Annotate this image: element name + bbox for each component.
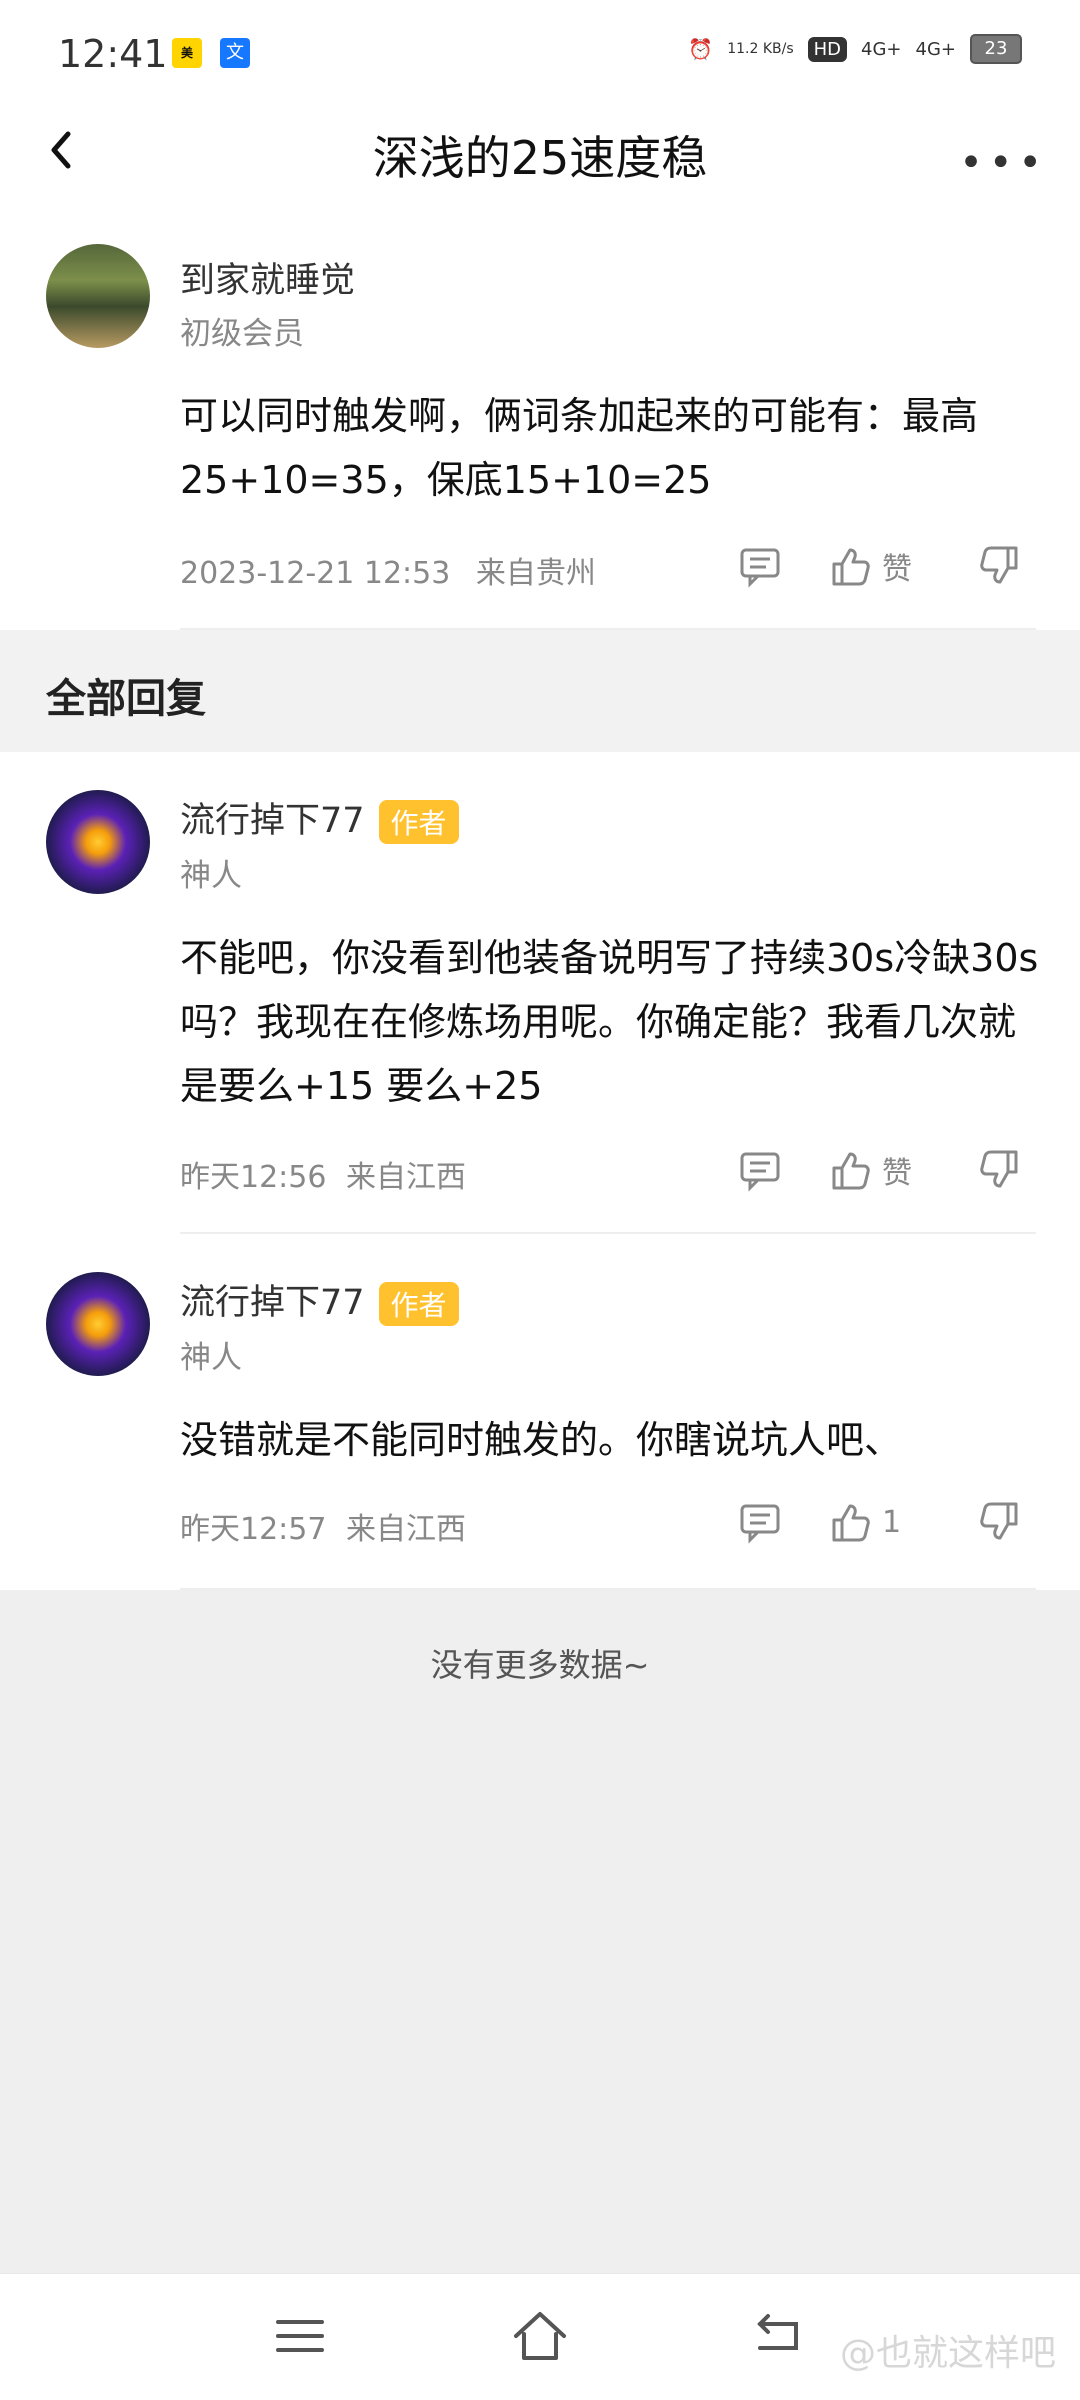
- post-content: 可以同时触发啊，俩词条加起来的可能有：最高25+10=35，保底15+10=25: [180, 394, 979, 502]
- comment-button[interactable]: [738, 544, 782, 588]
- avatar[interactable]: [46, 790, 150, 894]
- reply-location: 来自江西: [346, 1512, 467, 1547]
- reply-meta: 昨天12:57 来自江西: [180, 1504, 466, 1548]
- post-username[interactable]: 到家就睡觉: [180, 252, 355, 303]
- like-button[interactable]: 1: [828, 1500, 901, 1544]
- thumbs-up-icon: [832, 548, 870, 586]
- author-badge: 作者: [378, 800, 459, 844]
- watermark: @也就这样吧: [839, 2333, 1056, 2374]
- reply-username-row: 流行掉下77 作者: [180, 792, 459, 844]
- home-icon[interactable]: [508, 2304, 572, 2368]
- status-bar: 12:41 美 文 ⏰ 11.2 KB/s HD 4G+ 4G+ 23: [0, 0, 1080, 100]
- more-icon[interactable]: •••: [959, 140, 1048, 186]
- comment-icon: [740, 1152, 780, 1192]
- main-post: 到家就睡觉 初级会员 可以同时触发啊，俩词条加起来的可能有：最高25+10=35…: [0, 200, 1080, 630]
- author-badge: 作者: [378, 1282, 459, 1326]
- reply-user-level: 神人: [180, 858, 242, 894]
- menu-icon[interactable]: [268, 2304, 332, 2368]
- net-speed: 11.2 KB/s: [727, 41, 794, 57]
- translate-app-icon: 文: [220, 38, 250, 68]
- reply-username[interactable]: 流行掉下77: [180, 1283, 365, 1323]
- thumbs-down-icon: [980, 1150, 1018, 1188]
- status-time: 12:41: [58, 32, 168, 76]
- post-time: 2023-12-21 12:53: [180, 556, 451, 591]
- like-count: 1: [882, 1504, 902, 1540]
- all-replies-header: 全部回复: [0, 630, 1080, 752]
- page: 12:41 美 文 ⏰ 11.2 KB/s HD 4G+ 4G+ 23 深浅的2…: [0, 0, 1080, 2400]
- reply-item: 流行掉下77 作者 神人 没错就是不能同时触发的。你瞎说坑人吧、 昨天12:57 …: [0, 1234, 1080, 1590]
- reply-item: 流行掉下77 作者 神人 不能吧，你没看到他装备说明写了持续30s冷缺30s吗？我…: [0, 752, 1080, 1234]
- post-meta: 2023-12-21 12:53 来自贵州: [180, 548, 596, 592]
- thumbs-up-icon: [832, 1152, 870, 1190]
- reply-username[interactable]: 流行掉下77: [180, 801, 365, 841]
- reply-time: 昨天12:57: [180, 1512, 327, 1547]
- post-user-level: 初级会员: [180, 316, 304, 352]
- reply-username-row: 流行掉下77 作者: [180, 1274, 459, 1326]
- reply-content: 不能吧，你没看到他装备说明写了持续30s冷缺30s吗？我现在在修炼场用呢。你确定…: [180, 936, 1039, 1108]
- signal-icon-1: 4G+: [861, 38, 902, 60]
- reply-time: 昨天12:56: [180, 1160, 327, 1195]
- comment-button[interactable]: [738, 1148, 782, 1192]
- signal-icon-2: 4G+: [915, 38, 956, 60]
- thumbs-up-icon: [832, 1504, 870, 1542]
- avatar[interactable]: [46, 244, 150, 348]
- like-label: 赞: [882, 1156, 912, 1191]
- reply-location: 来自江西: [346, 1160, 467, 1195]
- comment-icon: [740, 548, 780, 588]
- avatar[interactable]: [46, 1272, 150, 1376]
- alarm-icon: ⏰: [688, 37, 714, 61]
- dislike-button[interactable]: [978, 1148, 1022, 1192]
- back-nav-icon[interactable]: [746, 2304, 810, 2368]
- page-title: 深浅的25速度稳: [372, 131, 708, 185]
- dislike-button[interactable]: [978, 1500, 1022, 1544]
- thumbs-down-icon: [980, 1502, 1018, 1540]
- no-more-data: 没有更多数据~: [430, 1646, 650, 1684]
- thumbs-down-icon: [980, 546, 1018, 584]
- reply-content: 没错就是不能同时触发的。你瞎说坑人吧、: [180, 1418, 903, 1462]
- reply-meta: 昨天12:56 来自江西: [180, 1152, 466, 1196]
- reply-user-level: 神人: [180, 1340, 242, 1376]
- top-app-bar: 深浅的25速度稳 •••: [0, 100, 1080, 200]
- like-button[interactable]: 赞: [828, 544, 912, 588]
- comment-icon: [740, 1504, 780, 1544]
- system-nav-bar: @也就这样吧: [0, 2273, 1080, 2400]
- like-button[interactable]: 赞: [828, 1148, 912, 1192]
- section-title: 全部回复: [46, 676, 206, 722]
- comment-button[interactable]: [738, 1500, 782, 1544]
- post-location: 来自贵州: [475, 556, 596, 591]
- dislike-button[interactable]: [978, 544, 1022, 588]
- hd-icon: HD: [807, 36, 848, 62]
- like-label: 赞: [882, 552, 912, 587]
- meituan-app-icon: 美: [172, 38, 202, 68]
- status-icons: ⏰ 11.2 KB/s HD 4G+ 4G+ 23: [688, 34, 1022, 64]
- battery-icon: 23: [970, 34, 1022, 64]
- divider: [180, 1588, 1036, 1590]
